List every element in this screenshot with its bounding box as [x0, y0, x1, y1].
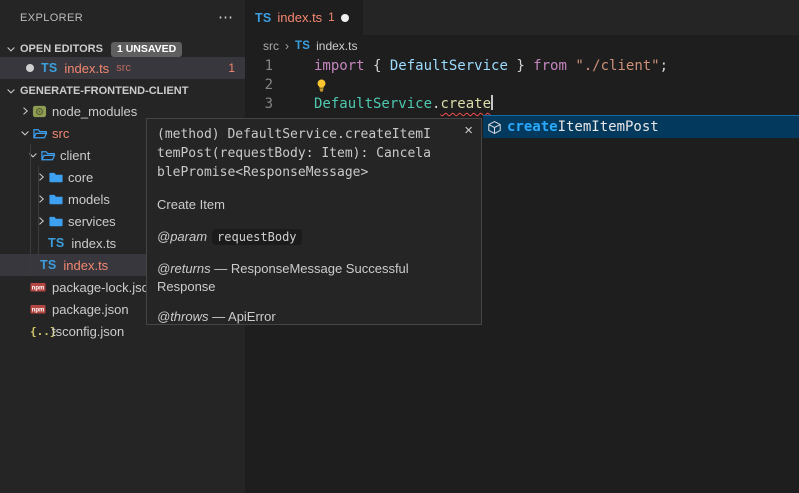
- breadcrumb: src › TS index.ts: [245, 35, 799, 57]
- tree-item-label: services: [68, 214, 116, 229]
- tree-item-label: client: [60, 148, 90, 163]
- returns-tag: @returns: [157, 261, 211, 276]
- vscode-window: EXPLORER ⋯ OPEN EDITORS 1 UNSAVED TS ind…: [0, 0, 799, 493]
- tab-index-ts[interactable]: TS index.ts 1: [245, 0, 363, 35]
- close-icon[interactable]: ×: [464, 123, 473, 138]
- error-count-badge: 1: [228, 61, 235, 75]
- tree-item-label: package-lock.json: [52, 280, 156, 295]
- npm-icon: npm: [30, 301, 52, 317]
- throws-tag: @throws: [157, 309, 209, 324]
- chevron-right-icon: [34, 215, 48, 227]
- indent-guide: [38, 166, 39, 254]
- suggest-docs-panel: × (method) DefaultService.createItemItem…: [146, 118, 482, 325]
- doc-description: Create Item: [157, 196, 457, 214]
- chevron-down-icon: [4, 43, 18, 55]
- chevron-right-icon: [34, 171, 48, 183]
- throws-text: — ApiError: [212, 309, 276, 324]
- chevron-right-icon: [18, 105, 32, 117]
- tab-file-name: index.ts: [277, 10, 322, 25]
- explorer-title: EXPLORER: [20, 12, 218, 24]
- tree-item-label: src: [52, 126, 69, 141]
- indent-guide: [30, 144, 31, 276]
- param-tag: @param: [157, 229, 207, 244]
- open-editor-file-name: index.ts: [64, 61, 109, 76]
- node-modules-folder-icon: [32, 104, 52, 119]
- method-cube-icon: [487, 120, 502, 135]
- text-cursor: [491, 95, 493, 110]
- token-import: import: [314, 58, 373, 74]
- token-module-string: "./client": [575, 58, 659, 74]
- tree-item-label: node_modules: [52, 104, 137, 119]
- tree-item-label: package.json: [52, 302, 129, 317]
- npm-icon: npm: [30, 279, 52, 295]
- tab-error-count: 1: [328, 12, 334, 24]
- breadcrumb-file[interactable]: index.ts: [316, 39, 357, 53]
- editor-tab-bar: TS index.ts 1: [245, 0, 799, 35]
- svg-text:npm: npm: [32, 286, 45, 292]
- typescript-file-icon: TS: [255, 11, 271, 25]
- workspace-header[interactable]: GENERATE-FRONTEND-CLIENT: [0, 80, 245, 102]
- chevron-down-icon: [26, 149, 40, 161]
- token-open-brace: {: [373, 58, 390, 74]
- suggest-widget-item-selected[interactable]: createItemItemPost: [483, 115, 799, 138]
- suggestion-match-text: create: [507, 119, 558, 135]
- tree-item-label: tsconfig.json: [52, 324, 124, 339]
- more-actions-icon[interactable]: ⋯: [218, 10, 233, 25]
- suggestion-rest-text: ItemItemPost: [558, 119, 659, 135]
- folder-open-icon: [32, 126, 52, 141]
- line-number: 3: [245, 95, 273, 114]
- typescript-file-icon: TS: [48, 236, 64, 250]
- code-line-1: import { DefaultService } from "./client…: [314, 57, 668, 76]
- line-number: 2: [245, 76, 273, 95]
- chevron-down-icon: [18, 127, 32, 139]
- token-semicolon: ;: [660, 58, 668, 74]
- tree-item-label: index.ts: [63, 258, 108, 273]
- unsaved-badge: 1 UNSAVED: [111, 42, 182, 57]
- token-default-service: DefaultService: [390, 58, 508, 74]
- explorer-header: EXPLORER ⋯: [0, 0, 245, 35]
- json-braces-icon: {..}: [30, 325, 52, 338]
- doc-throws-line: @throws — ApiError: [157, 308, 457, 325]
- typescript-file-icon: TS: [41, 61, 57, 75]
- svg-text:npm: npm: [32, 308, 45, 314]
- open-editor-file-detail: src: [116, 62, 131, 74]
- workspace-label: GENERATE-FRONTEND-CLIENT: [20, 85, 188, 97]
- doc-param-line: @param requestBody: [157, 228, 457, 246]
- open-editors-label: OPEN EDITORS: [20, 43, 103, 55]
- folder-open-icon: [40, 148, 60, 163]
- chevron-down-icon: [4, 85, 18, 97]
- tree-item-label: models: [68, 192, 110, 207]
- breadcrumb-folder[interactable]: src: [263, 39, 279, 53]
- typescript-file-icon: TS: [295, 40, 310, 52]
- modified-dot-icon: [26, 64, 34, 72]
- breadcrumb-separator-icon: ›: [285, 39, 289, 53]
- token-close-brace: }: [508, 58, 525, 74]
- line-number: 1: [245, 57, 273, 76]
- folder-icon: [48, 214, 68, 229]
- token-create-with-error-squiggle: create: [440, 96, 491, 112]
- typescript-file-icon: TS: [40, 258, 56, 272]
- chevron-right-icon: [34, 193, 48, 205]
- tree-item-label: core: [68, 170, 93, 185]
- code-line-3: DefaultService.create: [314, 95, 493, 114]
- open-editor-item-index-ts[interactable]: TS index.ts src 1: [0, 57, 245, 79]
- doc-returns-line: @returns — ResponseMessage Successful Re…: [157, 260, 457, 296]
- tree-item-label: index.ts: [71, 236, 116, 251]
- token-from: from: [525, 58, 576, 74]
- param-name-chip: requestBody: [212, 229, 301, 245]
- method-signature: (method) DefaultService.createItemItemPo…: [157, 125, 434, 182]
- modified-dot-icon[interactable]: [341, 14, 349, 22]
- folder-icon: [48, 192, 68, 207]
- folder-icon: [48, 170, 68, 185]
- token-default-service-ref: DefaultService: [314, 96, 432, 112]
